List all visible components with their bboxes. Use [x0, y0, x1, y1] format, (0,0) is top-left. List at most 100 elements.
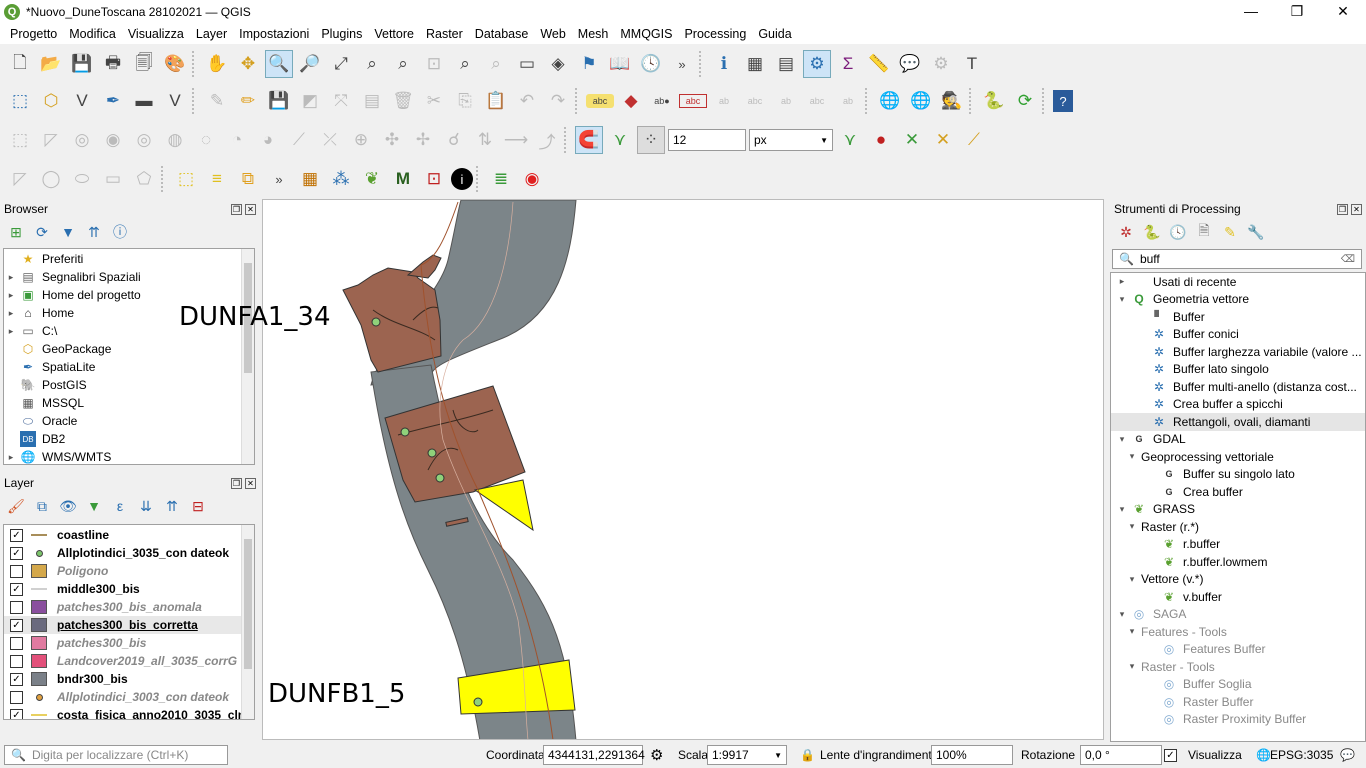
models-icon[interactable]: ✲ — [1116, 222, 1136, 242]
processing-item[interactable]: ▾ Raster - Tools — [1111, 658, 1365, 676]
pan-to-selection-icon[interactable]: ✥ — [234, 50, 262, 78]
processing-item[interactable]: ✲ Crea buffer a spicchi — [1111, 396, 1365, 414]
layer-visibility-checkbox[interactable] — [10, 636, 23, 650]
processing-item[interactable]: ▸ Usati di recente — [1111, 273, 1365, 291]
processing-item[interactable]: ▾ Vettore (v.*) — [1111, 571, 1365, 589]
map-canvas[interactable] — [262, 199, 1104, 740]
info-plugin-icon[interactable]: i — [451, 168, 473, 190]
processing-item[interactable]: ◎ Features Buffer — [1111, 641, 1365, 659]
layer-item[interactable]: patches300_bis — [4, 634, 254, 652]
layer-visibility-checkbox[interactable] — [10, 564, 23, 578]
processing-item[interactable]: ▘ Buffer — [1111, 308, 1365, 326]
fill-ring-icon[interactable]: ◎ — [130, 126, 158, 154]
expand-all-icon[interactable]: ⇊ — [136, 496, 156, 516]
layer-item[interactable]: Poligono — [4, 562, 254, 580]
select-features-icon[interactable]: ⬚ — [172, 165, 200, 193]
snapping-type-icon[interactable]: ⁘ — [637, 126, 665, 154]
open-project-icon[interactable]: 📂 — [37, 50, 65, 78]
shape-digitize-icon[interactable]: ◸ — [6, 165, 34, 193]
wms-layer-icon[interactable]: 🌐 — [876, 87, 904, 115]
save-project-icon[interactable]: 💾 — [68, 50, 96, 78]
rotation-field[interactable]: 0,0 ° — [1080, 745, 1162, 765]
menu-mmqgis[interactable]: MMQGIS — [614, 27, 678, 41]
layer-visibility-checkbox[interactable]: ✓ — [10, 546, 23, 560]
add-regular-polygon-icon[interactable]: ⬠ — [130, 165, 158, 193]
expand-arrow-icon[interactable]: ▾ — [1125, 574, 1139, 585]
grid-plugin-icon[interactable]: ▦ — [296, 165, 324, 193]
processing-search-input[interactable]: 🔍 buff ⌫ — [1112, 249, 1362, 269]
topological-editing-icon[interactable]: ⋎ — [836, 126, 864, 154]
style-panel-icon[interactable]: 🖌 — [6, 496, 26, 516]
zoom-to-selection-icon[interactable]: ⌕ — [358, 50, 386, 78]
layer-item[interactable]: Landcover2019_all_3035_corrG — [4, 652, 254, 670]
menu-vettore[interactable]: Vettore — [368, 27, 420, 41]
processing-item[interactable]: ◎ Buffer Soglia — [1111, 676, 1365, 694]
more-tools-chevron-2-icon[interactable]: » — [265, 165, 293, 193]
processing-item[interactable]: ✲ Rettangoli, ovali, diamanti — [1111, 413, 1365, 431]
layer-visibility-checkbox[interactable] — [10, 690, 23, 704]
add-part-icon[interactable]: ◉ — [99, 126, 127, 154]
expand-arrow-icon[interactable]: ▸ — [4, 308, 18, 319]
results-viewer-icon[interactable]: 🗎 — [1194, 222, 1214, 242]
modify-attributes-icon[interactable]: ▤ — [358, 87, 386, 115]
expand-arrow-icon[interactable]: ▾ — [1115, 294, 1129, 305]
add-circle-icon[interactable]: ◯ — [37, 165, 65, 193]
browser-item[interactable]: ⬭ Oracle — [4, 412, 254, 430]
toggle-extents-icon[interactable]: ⚙ — [650, 746, 663, 764]
style-manager-icon[interactable]: 🎨 — [161, 50, 189, 78]
render-checkbox[interactable]: ✓ — [1164, 748, 1177, 762]
browser-item[interactable]: ⬡ GeoPackage — [4, 340, 254, 358]
processing-item[interactable]: ▾ G GDAL — [1111, 431, 1365, 449]
menu-progetto[interactable]: Progetto — [4, 27, 63, 41]
select-by-value-icon[interactable]: ≡ — [203, 165, 231, 193]
menu-modifica[interactable]: Modifica — [63, 27, 122, 41]
pin-labels-icon[interactable]: abc — [679, 94, 707, 108]
browser-item[interactable]: ✒ SpatiaLite — [4, 358, 254, 376]
processing-item[interactable]: ◎ Raster Buffer — [1111, 693, 1365, 711]
messages-icon[interactable]: 💬 — [1340, 748, 1355, 762]
menu-visualizza[interactable]: Visualizza — [122, 27, 190, 41]
scale-field[interactable]: 1:9917 ▼ — [707, 745, 787, 765]
new-virtual-layer-icon[interactable]: V — [161, 87, 189, 115]
cut-icon[interactable]: ✂ — [420, 87, 448, 115]
point-plugin-icon[interactable]: ⊡ — [420, 165, 448, 193]
zoom-native-icon[interactable]: ⊡ — [420, 50, 448, 78]
processing-close-button[interactable]: ✕ — [1351, 203, 1362, 215]
text-annotation-icon[interactable]: T — [958, 50, 986, 78]
reshape-icon[interactable]: ◔ — [223, 126, 251, 154]
menu-guida[interactable]: Guida — [752, 27, 797, 41]
browser-item[interactable]: ▦ MSSQL — [4, 394, 254, 412]
layer-visibility-checkbox[interactable]: ✓ — [10, 708, 23, 719]
add-ring-icon[interactable]: ◎ — [68, 126, 96, 154]
pan-icon[interactable]: ✋ — [203, 50, 231, 78]
copy-icon[interactable]: ⎘ — [451, 87, 479, 115]
expand-arrow-icon[interactable]: ▾ — [1115, 504, 1129, 515]
more-tools-chevron-icon[interactable]: » — [668, 50, 696, 78]
locator-input[interactable]: 🔍 Digita per localizzare (Ctrl+K) — [4, 745, 228, 765]
processing-item[interactable]: ▾ ❦ GRASS — [1111, 501, 1365, 519]
snapping-tolerance-spinbox[interactable]: 12 — [668, 129, 746, 151]
layer-stack-plugin-icon[interactable]: ≣ — [487, 165, 515, 193]
expand-arrow-icon[interactable]: ▾ — [1115, 609, 1129, 620]
new-temporary-layer-icon[interactable]: ▬ — [130, 87, 158, 115]
network-plugin-icon[interactable]: ⁂ — [327, 165, 355, 193]
edit-features-in-place-icon[interactable]: ✎ — [1220, 222, 1240, 242]
processing-item[interactable]: ✲ Buffer conici — [1111, 326, 1365, 344]
layer-visibility-checkbox[interactable]: ✓ — [10, 528, 23, 542]
temporal-controller-icon[interactable]: 🕓 — [637, 50, 665, 78]
offset-point-icon[interactable]: ☌ — [440, 126, 468, 154]
menu-layer[interactable]: Layer — [190, 27, 233, 41]
layer-item[interactable]: Allplotindici_3003_con dateok — [4, 688, 254, 706]
processing-item[interactable]: ▾ ◎ SAGA — [1111, 606, 1365, 624]
expand-arrow-icon[interactable]: ▸ — [4, 290, 18, 301]
scripts-icon[interactable]: 🐍 — [1142, 222, 1162, 242]
layer-item[interactable]: ✓ costa_fisica_anno2010_3035_cln — [4, 706, 254, 719]
zoom-to-layer-icon[interactable]: ⌕ — [389, 50, 417, 78]
trim-extend-icon[interactable]: ⟶ — [502, 126, 530, 154]
magnifier-field[interactable]: 100% — [931, 745, 1013, 765]
split-parts-icon[interactable]: ⤫ — [316, 126, 344, 154]
merge-attributes-icon[interactable]: ✣ — [378, 126, 406, 154]
attribute-table-icon[interactable]: ▦ — [741, 50, 769, 78]
new-spatialite-layer-icon[interactable]: ✒ — [99, 87, 127, 115]
show-bookmarks-icon[interactable]: 📖 — [606, 50, 634, 78]
